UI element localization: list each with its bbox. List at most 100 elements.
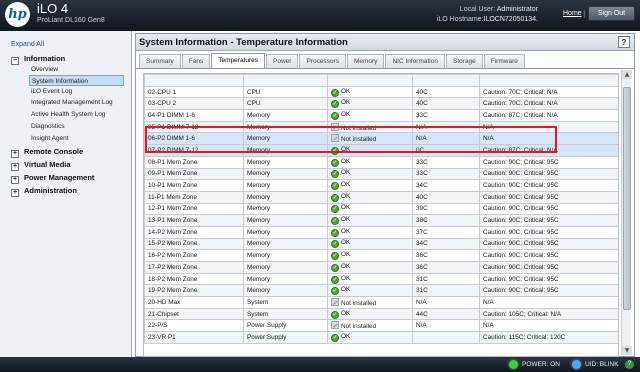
temperature-table: 02-CPU 1 CPU ✓ OK 40C Caution: 70C; Critical:… [143, 73, 619, 357]
thresholds-cell: Caution: 90C; Critical: 95C [479, 167, 618, 181]
hostname-value: ILOCN72050134. [483, 16, 538, 23]
sensor-cell-text: 17-P2 Mem Zone [148, 263, 198, 271]
reading-cell-text: 31C [416, 275, 428, 283]
sign-out-button[interactable]: Sign Out [588, 6, 635, 21]
table-row: 09-P1 Mem Zone Memory ✓ OK 33C Caution: 90C; … [144, 167, 618, 181]
table-row: 20-HD Max System Not installed N/A N/A [144, 296, 618, 309]
nav-item-system-information[interactable]: System Information [29, 75, 124, 86]
thresholds-cell: Caution: 70C; Critical: N/A [479, 85, 618, 99]
tab-divider [136, 68, 634, 69]
sensor-cell-text: 09-P1 Mem Zone [148, 170, 198, 178]
status-cell-text: OK [341, 309, 351, 317]
sensor-cell: 08-P1 Mem Zone [144, 155, 244, 169]
table-row [144, 74, 618, 87]
sensor-cell-text: 18-P2 Mem Zone [148, 275, 198, 283]
thresholds-cell-text: N/A [483, 123, 494, 131]
nav-section-virtual-media[interactable]: + Virtual Media [11, 160, 71, 171]
nav-item-overview[interactable]: Overview [29, 64, 124, 75]
tab-firmware[interactable]: Firmware [483, 54, 525, 68]
main-panel: System Information - Temperature Informa… [135, 33, 635, 357]
product-block: iLO 4 ProLiant DL160 Gen8 [37, 2, 105, 25]
thresholds-cell: Caution: 115C; Critical: 120C [479, 331, 618, 344]
nav-section-remote-console[interactable]: + Remote Console [11, 147, 83, 158]
nav-item-insight-agent[interactable]: Insight Agent [29, 133, 124, 144]
reading-cell-text: 34C [416, 182, 428, 190]
location-cell: Memory [243, 249, 328, 262]
reading-cell-text: 37C [416, 228, 428, 236]
table-row: 07-P2 DIMM 7-12 Memory ✓ OK 0C Caution: 87C; … [144, 144, 618, 157]
thresholds-cell: Caution: 70C; Critical: N/A [479, 97, 618, 111]
location-cell-text: Memory [247, 240, 271, 248]
help-button[interactable]: ? [618, 36, 630, 48]
location-cell: Memory [243, 144, 328, 157]
location-cell: Memory [243, 272, 328, 286]
status-cell: ✓ OK [327, 331, 413, 344]
ok-check-icon: ✓ [331, 170, 339, 179]
reading-cell-text: N/A [416, 322, 427, 330]
expand-icon[interactable]: + [11, 150, 19, 158]
sensor-cell: 06-P2 DIMM 1-6 [144, 132, 244, 146]
status-cell: ✓ OK [327, 190, 413, 204]
table-row: 12-P1 Mem Zone Memory ✓ OK 39C Caution: 90C; … [144, 202, 618, 216]
expand-icon[interactable]: + [11, 189, 19, 197]
table-row: 13-P1 Mem Zone Memory ✓ OK 38C Caution: 90C; … [144, 214, 618, 227]
location-cell-text: Memory [247, 170, 271, 178]
status-cell: ✓ OK [327, 272, 413, 286]
location-cell-text: Memory [247, 158, 271, 166]
uid-led-icon[interactable] [572, 360, 581, 369]
thresholds-cell: Caution: 87C; Critical: N/A [479, 144, 618, 157]
hostname-label: iLO Hostname: [436, 16, 484, 23]
reading-cell [412, 74, 480, 87]
thresholds-cell-text: Caution: 90C; Critical: 95C [483, 193, 559, 201]
scroll-thumb[interactable] [623, 87, 631, 310]
nav-item-ilo-event-log[interactable]: iLO Event Log [29, 86, 124, 97]
sensor-cell: 10-P1 Mem Zone [144, 179, 244, 192]
expand-all-link[interactable]: Expand All [11, 41, 44, 48]
tab-temperatures[interactable]: Temperatures [211, 53, 266, 68]
table-row: 19-P2 Mem Zone Memory ✓ OK 31C Caution: 90C; … [144, 284, 618, 298]
tab-power[interactable]: Power [266, 54, 299, 68]
sensor-cell: 02-CPU 1 [144, 85, 244, 99]
expand-icon[interactable]: + [11, 163, 19, 171]
not-installed-icon [331, 297, 339, 306]
thresholds-cell-text: Caution: 90C; Critical: 95C [483, 240, 559, 248]
thresholds-cell: N/A [479, 132, 618, 146]
reading-cell: N/A [412, 120, 480, 134]
location-cell: Memory [243, 284, 328, 298]
thresholds-cell-text: Caution: 70C; Critical: N/A [483, 100, 558, 108]
home-link[interactable]: Home [563, 10, 582, 17]
location-cell: Memory [243, 132, 328, 146]
expand-icon[interactable]: + [11, 176, 19, 184]
sensor-cell-text: 13-P1 Mem Zone [148, 217, 198, 225]
thresholds-cell: N/A [479, 319, 618, 333]
table-row: 15-P2 Mem Zone Memory ✓ OK 34C Caution: 90C; … [144, 237, 618, 251]
nav-item-active-health-system-log[interactable]: Active Health System Log [29, 109, 124, 120]
collapse-icon[interactable]: − [11, 57, 19, 65]
location-cell: Power Supply [243, 331, 328, 344]
nav-item-diagnostics[interactable]: Diagnostics [29, 121, 124, 132]
reading-cell: 36C [412, 261, 480, 274]
help-icon[interactable]: ? [625, 360, 634, 369]
tab-storage[interactable]: Storage [445, 54, 483, 68]
tab-summary[interactable]: Summary [139, 54, 181, 68]
tab-nic-information[interactable]: NIC Information [385, 54, 445, 68]
tab-processors[interactable]: Processors [299, 54, 346, 68]
nav-section-administration[interactable]: + Administration [11, 186, 77, 197]
thresholds-cell-text: Caution: 90C; Critical: 95C [483, 217, 559, 225]
tab-fans[interactable]: Fans [181, 54, 211, 68]
table-scrollbar[interactable]: ▲ ▼ [621, 70, 632, 355]
tab-memory[interactable]: Memory [346, 54, 385, 68]
nav-item-integrated-management-log[interactable]: Integrated Management Log [29, 97, 124, 108]
reading-cell: 33C [412, 109, 480, 122]
nav-section-power-management[interactable]: + Power Management [11, 173, 94, 184]
status-cell-text: OK [341, 99, 351, 107]
scroll-up-icon[interactable]: ▲ [622, 70, 632, 79]
thresholds-cell-text: Caution: 90C; Critical: 95C [483, 158, 559, 166]
sensor-cell [144, 74, 244, 87]
location-cell: Memory [243, 261, 328, 274]
status-cell-text: Not installed [341, 136, 377, 144]
location-cell-text: Memory [247, 193, 271, 201]
sensor-cell: 23-VR P1 [144, 331, 244, 344]
location-cell-text: CPU [247, 100, 261, 108]
scroll-down-icon[interactable]: ▼ [622, 346, 632, 355]
